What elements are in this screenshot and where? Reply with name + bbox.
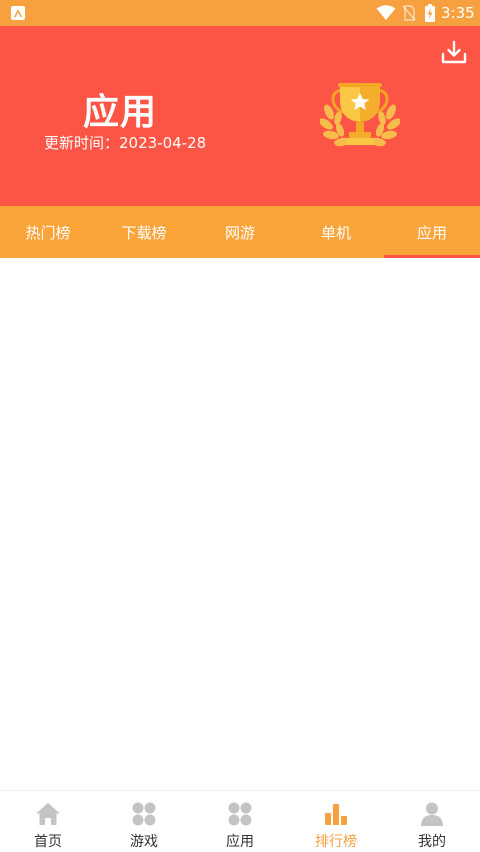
grid-icon (132, 802, 156, 826)
user-icon (421, 802, 443, 826)
tab-single-player[interactable]: 单机 (288, 206, 384, 258)
app-notification-icon (11, 6, 25, 20)
status-time: 3:35 (441, 4, 475, 22)
nav-home[interactable]: 首页 (0, 791, 96, 852)
nav-ranking[interactable]: 排行榜 (288, 791, 384, 852)
nav-label: 首页 (34, 834, 62, 850)
home-icon (36, 803, 60, 825)
wifi-icon (376, 5, 396, 20)
bottom-nav: 首页 游戏 应用 排行榜 我的 (0, 790, 480, 852)
ranking-tabs: 热门榜 下载榜 网游 单机 应用 (0, 206, 480, 258)
battery-charging-icon (425, 4, 435, 22)
download-icon[interactable] (440, 39, 468, 67)
grid-icon (228, 802, 252, 826)
tab-label: 应用 (416, 223, 447, 242)
update-time: 更新时间：2023-04-28 (44, 134, 207, 152)
tab-hot[interactable]: 热门榜 (0, 206, 96, 258)
ranking-list[interactable] (0, 258, 480, 790)
nav-label: 游戏 (130, 834, 158, 850)
tab-downloads[interactable]: 下载榜 (96, 206, 192, 258)
nav-label: 排行榜 (315, 834, 357, 850)
page-title: 应用 (83, 92, 158, 133)
tab-label: 单机 (320, 223, 351, 242)
nav-label: 应用 (226, 834, 254, 850)
nav-apps[interactable]: 应用 (192, 791, 288, 852)
tab-label: 热门榜 (25, 223, 71, 242)
nav-mine[interactable]: 我的 (384, 791, 480, 852)
status-bar: 3:35 (0, 0, 480, 26)
tab-apps[interactable]: 应用 (384, 206, 480, 258)
ranking-header: 应用 更新时间：2023-04-28 (0, 26, 480, 206)
nav-label: 我的 (418, 834, 446, 850)
nav-games[interactable]: 游戏 (96, 791, 192, 852)
no-sim-icon (402, 5, 416, 21)
trophy-icon (320, 83, 400, 147)
ranking-icon (325, 804, 347, 825)
tab-label: 网游 (224, 223, 255, 242)
tab-online-games[interactable]: 网游 (192, 206, 288, 258)
tab-label: 下载榜 (121, 223, 167, 242)
